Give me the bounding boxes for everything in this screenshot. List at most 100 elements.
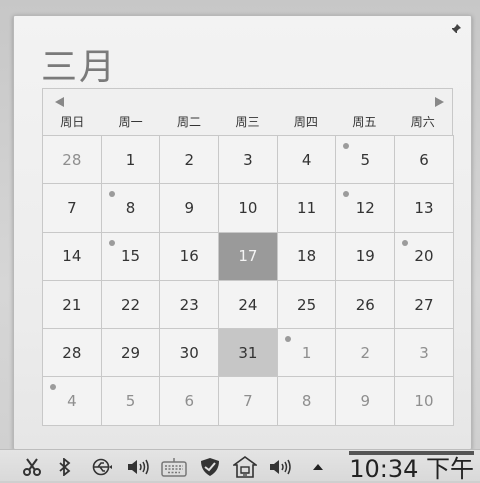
day-number: 9 (360, 392, 371, 411)
day-cell[interactable]: 28 (43, 329, 102, 378)
day-cell[interactable]: 4 (277, 136, 337, 185)
day-number: 27 (414, 295, 434, 314)
day-cell[interactable]: 29 (101, 329, 161, 378)
weekday-label: 周三 (235, 115, 260, 129)
day-cell[interactable]: 25 (277, 280, 337, 330)
day-number: 26 (355, 295, 375, 314)
weekday-label: 周五 (352, 115, 377, 129)
day-number: 1 (125, 150, 136, 169)
day-number: 15 (120, 247, 141, 266)
month-title: 三月 (41, 47, 118, 88)
day-number: 8 (301, 392, 312, 411)
day-number: 7 (67, 198, 77, 217)
day-cell-selected[interactable]: 31 (219, 329, 278, 378)
day-cell[interactable]: 9 (160, 184, 220, 233)
day-number: 12 (355, 198, 375, 217)
day-number: 23 (179, 295, 199, 314)
event-dot-icon (108, 191, 115, 198)
day-cell[interactable]: 3 (395, 329, 454, 378)
network-icon[interactable] (233, 456, 257, 478)
day-cell-today[interactable]: 17 (219, 232, 278, 281)
day-cell[interactable]: 24 (219, 280, 278, 330)
day-cell[interactable]: 26 (336, 280, 396, 330)
day-cell[interactable]: 11 (277, 184, 337, 233)
day-cell[interactable]: 27 (395, 280, 454, 330)
weekday-label: 周六 (410, 115, 435, 129)
day-number: 17 (238, 247, 258, 266)
day-cell[interactable]: 19 (336, 232, 396, 281)
day-cell[interactable]: 7 (219, 377, 278, 426)
triangle-right-icon (435, 97, 444, 107)
taskbar: 10:34 下午 (0, 449, 480, 483)
expand-arrow-icon[interactable] (311, 458, 325, 476)
day-number: 31 (238, 343, 258, 362)
day-cell[interactable]: 3 (219, 136, 278, 185)
day-cell[interactable]: 28 (43, 136, 102, 185)
speaker-icon[interactable] (268, 458, 294, 476)
weekday-label: 周二 (177, 115, 202, 129)
day-cell[interactable]: 9 (336, 377, 396, 426)
shield-icon[interactable] (199, 458, 221, 476)
day-number: 1 (301, 343, 312, 362)
next-month-button[interactable] (431, 95, 447, 109)
day-number: 5 (360, 150, 371, 169)
day-number: 24 (238, 295, 258, 314)
calendar-day-grid: 28 1 2 3 4 5 6 7 8 9 10 11 12 13 14 15 16 17 18 19 20 21 22 23 2… (42, 135, 454, 426)
previous-month-button[interactable] (52, 95, 68, 109)
event-dot-icon (284, 336, 291, 343)
day-cell[interactable]: 10 (219, 184, 278, 233)
day-cell[interactable]: 20 (395, 232, 454, 281)
day-cell[interactable]: 5 (101, 377, 161, 426)
calendar-popup: 三月 周日 周一 周二 周三 周四 周五 周六 28 1 2 3 4 5 6 7 8 9 10 11 12 13 14 1… (13, 15, 472, 450)
day-cell[interactable]: 30 (160, 329, 220, 378)
bluetooth-icon[interactable] (58, 458, 72, 476)
day-cell[interactable]: 6 (395, 136, 454, 185)
day-cell[interactable]: 21 (43, 280, 102, 330)
day-number: 28 (62, 150, 82, 169)
day-cell[interactable]: 2 (336, 329, 396, 378)
day-number: 30 (179, 343, 199, 362)
day-cell[interactable]: 13 (395, 184, 454, 233)
volume-icon[interactable] (126, 458, 152, 476)
scissors-icon[interactable] (22, 458, 42, 476)
day-number: 28 (62, 343, 82, 362)
day-cell[interactable]: 12 (336, 184, 396, 233)
day-cell[interactable]: 22 (101, 280, 161, 330)
day-cell[interactable]: 14 (43, 232, 102, 281)
day-number: 16 (179, 247, 199, 266)
day-number: 10 (414, 392, 434, 411)
usb-icon[interactable] (88, 458, 116, 476)
day-cell[interactable]: 5 (336, 136, 396, 185)
day-cell[interactable]: 16 (160, 232, 220, 281)
day-number: 6 (419, 150, 429, 169)
day-number: 14 (62, 247, 82, 266)
day-number: 11 (297, 198, 317, 217)
event-dot-icon (50, 384, 56, 391)
day-cell[interactable]: 4 (43, 377, 102, 426)
day-cell[interactable]: 1 (277, 329, 337, 378)
day-cell[interactable]: 7 (43, 184, 102, 233)
day-cell[interactable]: 8 (101, 184, 161, 233)
day-number: 25 (297, 295, 317, 314)
day-cell[interactable]: 6 (160, 377, 220, 426)
day-number: 9 (184, 198, 194, 217)
day-cell[interactable]: 1 (101, 136, 161, 185)
day-cell[interactable]: 15 (101, 232, 161, 281)
pin-icon[interactable] (449, 22, 463, 36)
event-dot-icon (343, 191, 350, 198)
weekday-label: 周四 (293, 115, 318, 129)
day-number: 2 (184, 150, 194, 169)
day-cell[interactable]: 8 (277, 377, 337, 426)
day-cell[interactable]: 2 (160, 136, 220, 185)
event-dot-icon (108, 239, 115, 246)
day-cell[interactable]: 23 (160, 280, 220, 330)
keyboard-icon[interactable] (160, 458, 188, 477)
clock[interactable]: 10:34 下午 (349, 451, 474, 483)
day-cell[interactable]: 10 (395, 377, 454, 426)
day-number: 3 (243, 150, 253, 169)
day-number: 6 (184, 392, 194, 411)
day-number: 18 (297, 247, 317, 266)
day-cell[interactable]: 18 (277, 232, 337, 281)
calendar-widget: 周日 周一 周二 周三 周四 周五 周六 28 1 2 3 4 5 6 7 8 9 10 11 12 13 14 15 16… (42, 88, 454, 426)
event-dot-icon (402, 239, 409, 246)
